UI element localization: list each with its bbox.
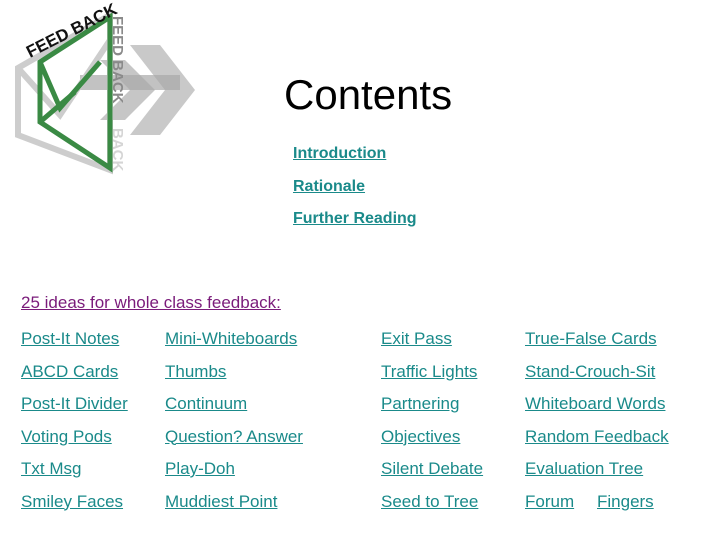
idea-link[interactable]: Smiley Faces (21, 491, 123, 513)
idea-link[interactable]: ABCD Cards (21, 361, 118, 383)
idea-link[interactable]: Continuum (165, 393, 247, 415)
ideas-heading-link[interactable]: 25 ideas for whole class feedback: (21, 293, 281, 313)
idea-link[interactable]: Partnering (381, 393, 459, 415)
idea-link[interactable]: Txt Msg (21, 458, 81, 480)
page-title: Contents (284, 71, 453, 118)
idea-link[interactable]: Random Feedback (525, 426, 669, 448)
idea-link[interactable]: Silent Debate (381, 458, 483, 480)
idea-link[interactable]: Post-It Notes (21, 328, 119, 350)
toc-link-introduction[interactable]: Introduction (293, 144, 417, 177)
toc-link-rationale[interactable]: Rationale (293, 177, 417, 210)
table-of-contents: Introduction Rationale Further Reading (293, 144, 417, 242)
idea-link[interactable]: Fingers (597, 491, 654, 513)
idea-link[interactable]: Mini-Whiteboards (165, 328, 297, 350)
idea-link[interactable]: Post-It Divider (21, 393, 128, 415)
feedback-logo: FEED BACK FEED BACK BACK (15, 0, 195, 175)
toc-link-further-reading[interactable]: Further Reading (293, 209, 417, 242)
logo-vertical-text: FEED BACK (109, 16, 126, 104)
logo-vertical-text-faded: BACK (109, 128, 126, 171)
idea-link[interactable]: True-False Cards (525, 328, 657, 350)
idea-link[interactable]: Seed to Tree (381, 491, 478, 513)
idea-link[interactable]: Evaluation Tree (525, 458, 643, 480)
idea-link[interactable]: Play-Doh (165, 458, 235, 480)
idea-link[interactable]: Voting Pods (21, 426, 112, 448)
idea-link[interactable]: Forum (525, 491, 574, 513)
idea-link[interactable]: Thumbs (165, 361, 226, 383)
logo-arc-text: FEED BACK (23, 0, 121, 62)
idea-link[interactable]: Exit Pass (381, 328, 452, 350)
idea-link[interactable]: Stand-Crouch-Sit (525, 361, 655, 383)
idea-link[interactable]: Traffic Lights (381, 361, 477, 383)
idea-link[interactable]: Question? Answer (165, 426, 303, 448)
idea-link[interactable]: Muddiest Point (165, 491, 277, 513)
idea-link[interactable]: Whiteboard Words (525, 393, 665, 415)
idea-link[interactable]: Objectives (381, 426, 460, 448)
